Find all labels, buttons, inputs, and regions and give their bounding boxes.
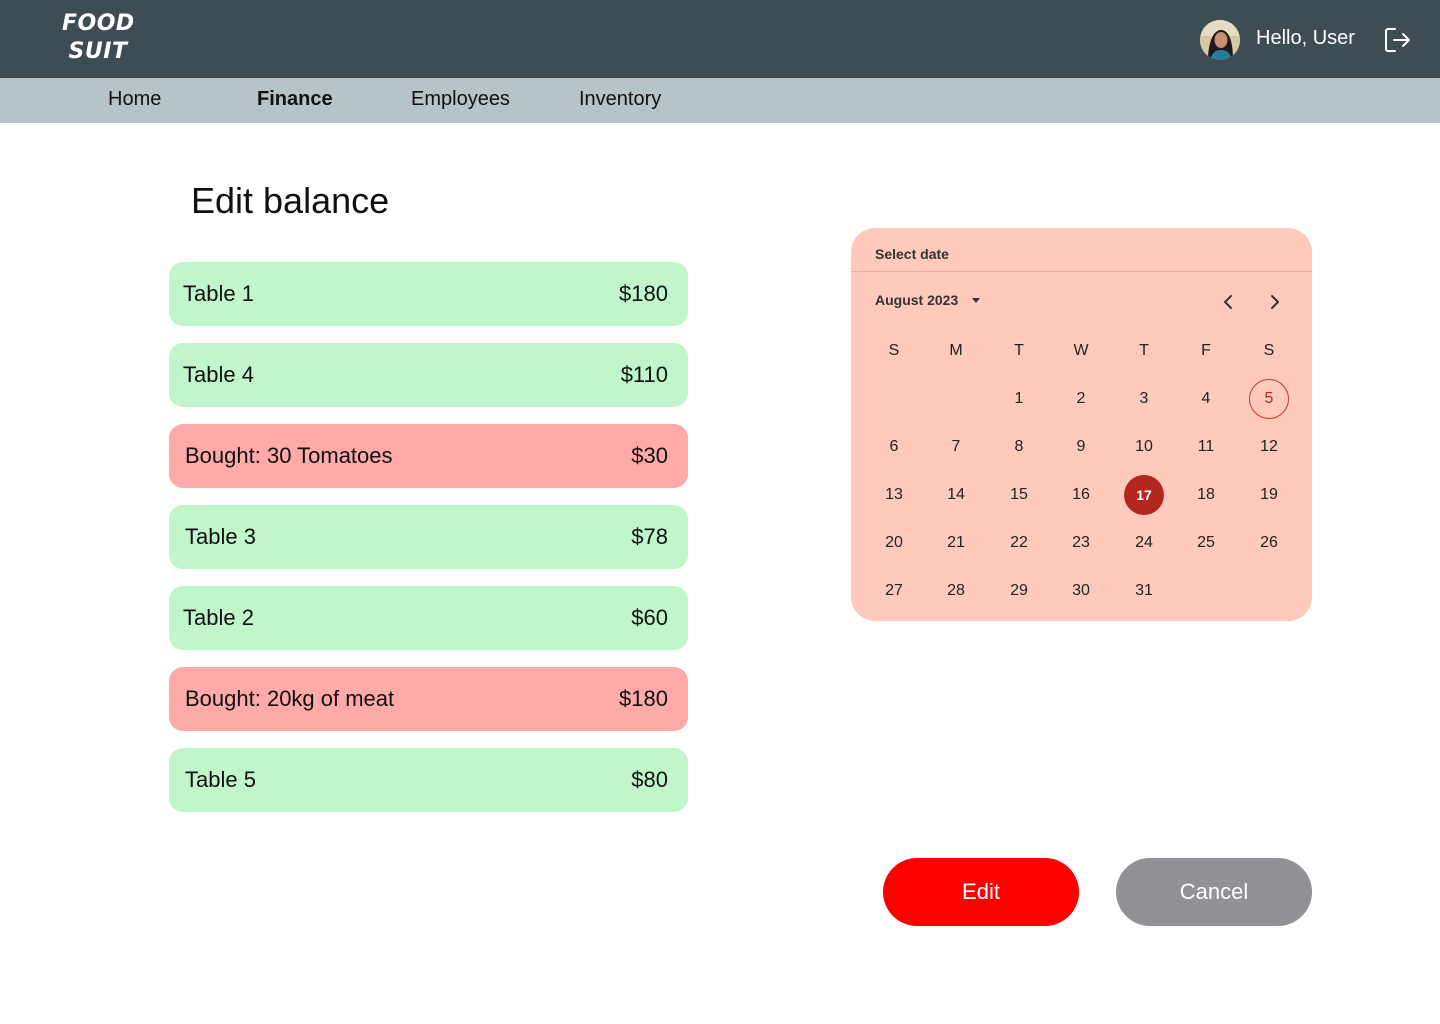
day-cell-selected[interactable]: 17	[1124, 475, 1164, 515]
day-cell[interactable]: 16	[1061, 475, 1101, 515]
entry-label: Table 2	[183, 605, 254, 630]
entry-label: Table 1	[183, 281, 254, 306]
chevron-left-icon	[1224, 295, 1232, 309]
entry-amount: $180	[619, 281, 668, 306]
edit-button[interactable]: Edit	[883, 858, 1079, 926]
prev-month-button[interactable]	[1216, 290, 1240, 314]
avatar-icon	[1200, 20, 1240, 60]
day-cell[interactable]: 10	[1124, 427, 1164, 467]
day-cell[interactable]: 11	[1186, 427, 1226, 467]
page-title: Edit balance	[191, 180, 390, 221]
balance-entry[interactable]: Table 5 $80	[169, 748, 688, 812]
entry-amount: $180	[619, 686, 668, 711]
nav-employees[interactable]: Employees	[411, 88, 510, 111]
caret-down-icon	[972, 297, 981, 303]
weekday-label: S	[888, 342, 900, 359]
entry-label: Bought: 20kg of meat	[185, 686, 395, 711]
date-picker-divider	[851, 271, 1312, 272]
balance-entry[interactable]: Bought: 30 Tomatoes $30	[169, 424, 688, 488]
day-cell[interactable]: 27	[874, 571, 914, 611]
day-cell[interactable]: 8	[999, 427, 1039, 467]
date-picker: Select date August 2023 S M T W T F S 12…	[851, 228, 1312, 621]
nav-home[interactable]: Home	[108, 88, 161, 111]
day-cell[interactable]: 26	[1249, 523, 1289, 563]
entry-label: Table 3	[185, 524, 256, 549]
day-cell[interactable]: 18	[1186, 475, 1226, 515]
day-cell[interactable]: 6	[874, 427, 914, 467]
weekday-label: M	[949, 342, 963, 359]
day-cell[interactable]: 29	[999, 571, 1039, 611]
entry-amount: $30	[631, 443, 668, 468]
weekday-label: W	[1073, 342, 1089, 359]
weekday-label: S	[1263, 342, 1275, 359]
day-cell[interactable]: 2	[1061, 379, 1101, 419]
entry-label: Table 4	[183, 362, 254, 387]
next-month-button[interactable]	[1263, 290, 1287, 314]
balance-entry[interactable]: Table 1 $180	[169, 262, 688, 326]
balance-entry[interactable]: Table 2 $60	[169, 586, 688, 650]
day-cell[interactable]: 21	[936, 523, 976, 563]
nav-finance[interactable]: Finance	[257, 88, 333, 111]
entry-amount: $60	[631, 605, 668, 630]
balance-entry[interactable]: Table 4 $110	[169, 343, 688, 407]
day-cell[interactable]: 30	[1061, 571, 1101, 611]
logo-line-1: FOOD	[62, 11, 135, 36]
chevron-right-icon	[1271, 295, 1279, 309]
cancel-button[interactable]: Cancel	[1116, 858, 1312, 926]
logout-button[interactable]	[1383, 25, 1413, 55]
weekday-label: F	[1201, 342, 1211, 359]
entry-label: Table 5	[185, 767, 256, 792]
day-cell[interactable]: 25	[1186, 523, 1226, 563]
day-cell[interactable]: 22	[999, 523, 1039, 563]
nav-inventory[interactable]: Inventory	[579, 88, 661, 111]
day-cell[interactable]: 13	[874, 475, 914, 515]
entry-amount: $80	[631, 767, 668, 792]
month-year-select[interactable]: August 2023	[875, 292, 981, 308]
day-cell[interactable]: 19	[1249, 475, 1289, 515]
logo-line-2: SUIT	[68, 39, 128, 64]
entry-label: Bought: 30 Tomatoes	[185, 443, 393, 468]
logout-icon	[1385, 28, 1410, 52]
top-bar: FOOD SUIT Hello, User	[0, 0, 1440, 78]
day-cell[interactable]: 3	[1124, 379, 1164, 419]
balance-entry[interactable]: Bought: 20kg of meat $180	[169, 667, 688, 731]
day-cell[interactable]: 14	[936, 475, 976, 515]
weekday-label: T	[1014, 342, 1024, 359]
user-avatar[interactable]	[1200, 20, 1240, 60]
day-cell[interactable]: 7	[936, 427, 976, 467]
app-logo[interactable]: FOOD SUIT	[62, 10, 134, 66]
day-cell[interactable]: 20	[874, 523, 914, 563]
day-cell[interactable]: 12	[1249, 427, 1289, 467]
entry-amount: $78	[631, 524, 668, 549]
main-nav: Home Finance Employees Inventory	[0, 78, 1440, 123]
day-cell[interactable]: 9	[1061, 427, 1101, 467]
day-cell[interactable]: 1	[999, 379, 1039, 419]
day-cell[interactable]: 15	[999, 475, 1039, 515]
day-cell[interactable]: 4	[1186, 379, 1226, 419]
balance-entry[interactable]: Table 3 $78	[169, 505, 688, 569]
day-cell[interactable]: 23	[1061, 523, 1101, 563]
weekday-label: T	[1139, 342, 1149, 359]
day-cell[interactable]: 28	[936, 571, 976, 611]
user-greeting: Hello, User	[1256, 27, 1355, 49]
day-cell[interactable]: 31	[1124, 571, 1164, 611]
month-year-label: August 2023	[875, 292, 959, 308]
date-picker-header: Select date	[875, 246, 949, 262]
day-cell-today[interactable]: 5	[1249, 379, 1289, 419]
entry-amount: $110	[620, 362, 668, 387]
day-cell[interactable]: 24	[1124, 523, 1164, 563]
